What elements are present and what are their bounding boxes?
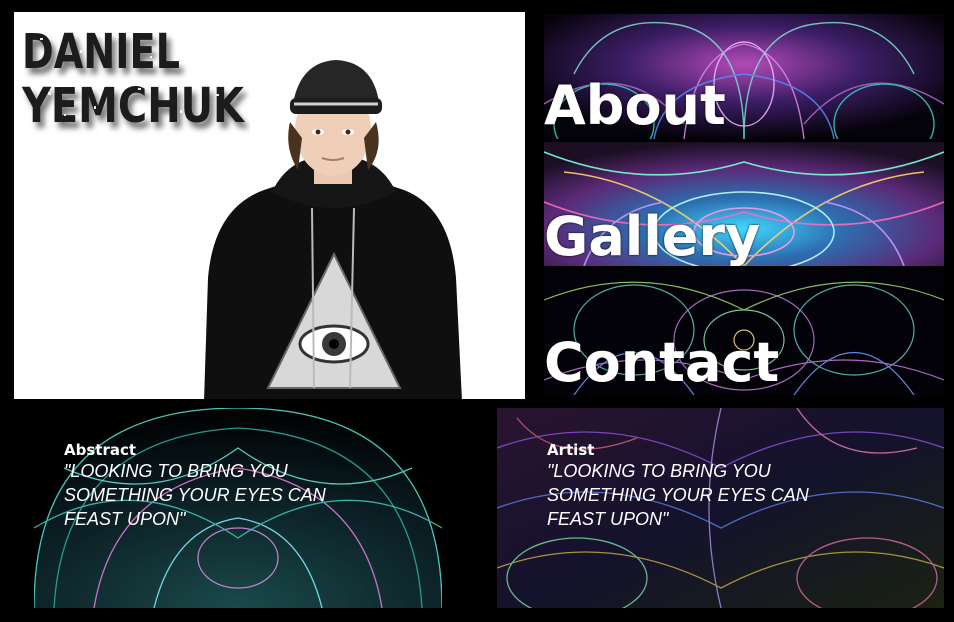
- abstract-title: Abstract: [64, 441, 137, 459]
- artist-title: Artist: [547, 441, 595, 459]
- portrait-photo: [194, 58, 474, 399]
- artist-card-text: Artist "LOOKING TO BRING YOU SOMETHING Y…: [547, 442, 867, 531]
- abstract-card-text: Abstract "LOOKING TO BRING YOU SOMETHING…: [64, 442, 384, 531]
- nav-gallery-panel[interactable]: Gallery: [544, 142, 944, 266]
- nav-about-panel[interactable]: About: [544, 14, 944, 139]
- artist-quote: "LOOKING TO BRING YOU SOMETHING YOUR EYE…: [547, 461, 809, 529]
- nav-gallery-label[interactable]: Gallery: [544, 210, 760, 264]
- nav-contact-panel[interactable]: Contact: [544, 270, 944, 395]
- hero-panel: DANIEL YEMCHUK: [14, 12, 525, 399]
- nav-about-label[interactable]: About: [544, 79, 726, 133]
- abstract-card[interactable]: Abstract "LOOKING TO BRING YOU SOMETHING…: [34, 408, 442, 608]
- abstract-quote: "LOOKING TO BRING YOU SOMETHING YOUR EYE…: [64, 461, 326, 529]
- nav-contact-label[interactable]: Contact: [544, 336, 779, 390]
- svg-text:DANIEL: DANIEL: [22, 24, 180, 80]
- artist-card[interactable]: Artist "LOOKING TO BRING YOU SOMETHING Y…: [497, 408, 944, 608]
